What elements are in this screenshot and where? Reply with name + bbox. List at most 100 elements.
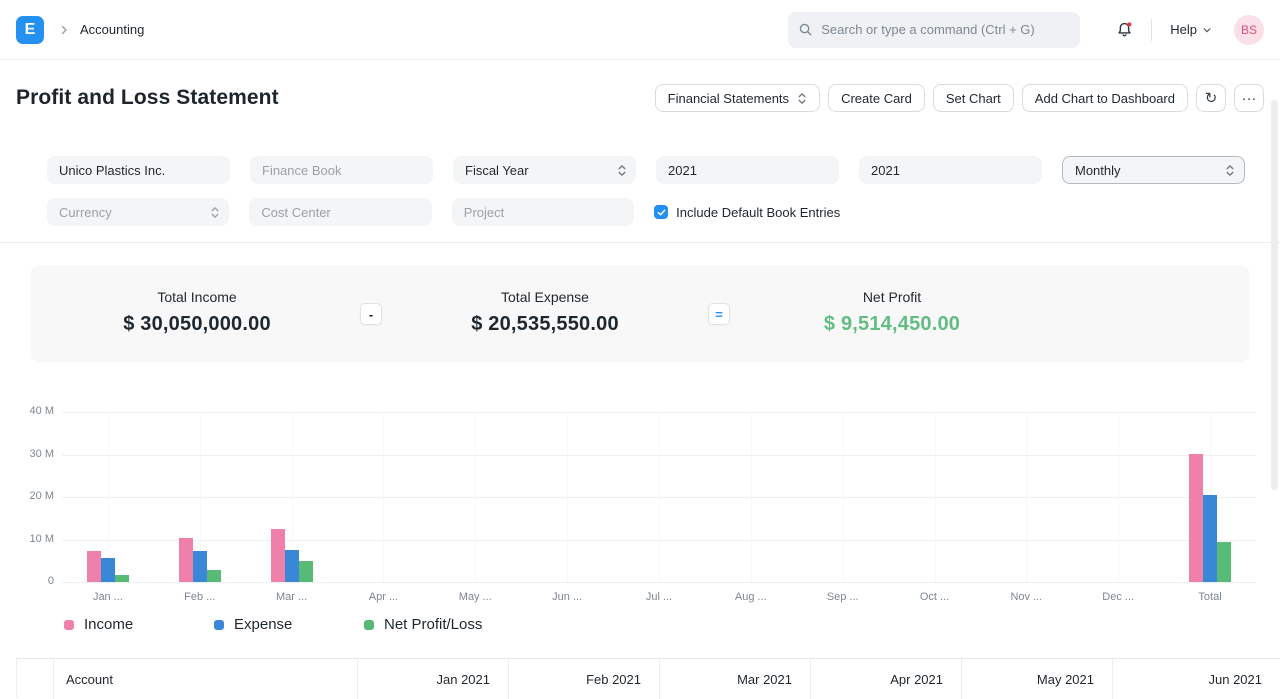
y-axis-tick-label: 10 M: [29, 532, 54, 545]
set-chart-button[interactable]: Set Chart: [932, 84, 1014, 112]
bar-net-profit-loss[interactable]: [1217, 542, 1232, 582]
search-icon: [798, 22, 813, 37]
bar-group-7[interactable]: [613, 412, 705, 582]
period-basis-value: Fiscal Year: [465, 162, 529, 178]
navbar: E Accounting Help BS: [0, 0, 1280, 60]
financial-statements-select[interactable]: Financial Statements: [654, 84, 821, 112]
column-header-apr-2021[interactable]: Apr 2021: [811, 659, 962, 699]
bar-income[interactable]: [86, 551, 101, 582]
column-header-feb-2021[interactable]: Feb 2021: [509, 659, 660, 699]
summary-band: Total Income $ 30,050,000.00 - Total Exp…: [31, 265, 1249, 362]
bell-icon: [1118, 22, 1132, 37]
bar-income[interactable]: [178, 538, 193, 582]
bar-net-profit-loss[interactable]: [206, 570, 221, 582]
bar-expense[interactable]: [1203, 495, 1218, 582]
x-axis-tick-label: Mar ...: [276, 591, 308, 603]
bar-expense[interactable]: [284, 550, 299, 582]
bar-expense[interactable]: [192, 551, 207, 582]
bar-group-4[interactable]: [338, 412, 430, 582]
total-income-label: Total Income: [157, 289, 237, 305]
x-axis-tick-label: Total: [1198, 591, 1222, 603]
x-axis-tick-label: Apr ...: [368, 591, 399, 603]
chart-legend: Income Expense Net Profit/Loss: [64, 616, 514, 633]
bar-net-profit-loss[interactable]: [114, 575, 129, 582]
bar-group-5[interactable]: [429, 412, 521, 582]
legend-label: Income: [84, 616, 134, 633]
column-header-may-2021[interactable]: May 2021: [962, 659, 1113, 699]
refresh-button[interactable]: ↻: [1196, 84, 1226, 112]
bar-income[interactable]: [1189, 454, 1204, 582]
search-input[interactable]: [821, 22, 1071, 37]
x-axis-tick-label: Jul ...: [645, 591, 673, 603]
column-header-account[interactable]: Account: [54, 659, 358, 699]
column-header-jun-2021[interactable]: Jun 2021: [1113, 659, 1280, 699]
bar-group-12[interactable]: [1072, 412, 1164, 582]
add-chart-to-dashboard-button[interactable]: Add Chart to Dashboard: [1021, 84, 1188, 112]
help-menu[interactable]: Help: [1170, 22, 1212, 37]
finance-book-input[interactable]: [250, 156, 433, 184]
user-avatar[interactable]: BS: [1234, 14, 1264, 45]
gridline: [62, 582, 1256, 583]
include-default-book-entries[interactable]: Include Default Book Entries: [654, 198, 840, 226]
cost-center-input[interactable]: [249, 198, 432, 226]
x-axis-tick-label: Jun ...: [552, 591, 583, 603]
bar-expense[interactable]: [100, 558, 115, 582]
y-axis-tick-label: 0: [47, 575, 54, 587]
filter-section: Fiscal Year Monthly Currency Include Def…: [0, 136, 1280, 243]
bar-group-8[interactable]: [705, 412, 797, 582]
periodicity-select[interactable]: Monthly: [1062, 156, 1245, 184]
legend-item-income[interactable]: Income: [64, 616, 214, 633]
breadcrumb-chevron-icon: [58, 24, 70, 36]
menu-button[interactable]: ···: [1234, 84, 1264, 112]
column-header-mar-2021[interactable]: Mar 2021: [660, 659, 811, 699]
bar-group-13[interactable]: [1164, 412, 1256, 582]
create-card-button[interactable]: Create Card: [828, 84, 925, 112]
bar-group-1[interactable]: [62, 412, 154, 582]
select-chevrons-icon: [798, 92, 806, 104]
page-head: Profit and Loss Statement Financial Stat…: [0, 60, 1280, 136]
bar-group-9[interactable]: [797, 412, 889, 582]
page-scrollbar-thumb[interactable]: [1271, 100, 1278, 490]
company-input[interactable]: [47, 156, 230, 184]
vertical-gridline: [567, 412, 569, 582]
legend-label: Net Profit/Loss: [384, 616, 483, 633]
financial-statements-label: Financial Statements: [667, 90, 790, 106]
menu-ellipsis-icon: ···: [1241, 89, 1257, 107]
legend-color-dot: [64, 619, 74, 630]
start-year-input[interactable]: [656, 156, 839, 184]
column-header-jan-2021[interactable]: Jan 2021: [358, 659, 509, 699]
select-chevrons-icon: [1226, 164, 1234, 176]
end-year-input[interactable]: [859, 156, 1042, 184]
project-input[interactable]: [451, 198, 635, 226]
x-axis-tick-label: Dec ...: [1102, 591, 1135, 603]
include-default-book-entries-checkbox[interactable]: [654, 205, 669, 219]
x-axis-tick-label: Oct ...: [919, 591, 950, 603]
vertical-gridline: [658, 412, 660, 582]
legend-item-net-profit-loss[interactable]: Net Profit/Loss: [364, 616, 514, 633]
notifications-button[interactable]: [1116, 21, 1133, 38]
bar-group-6[interactable]: [521, 412, 613, 582]
bar-income[interactable]: [270, 529, 285, 582]
chart-plot: [62, 412, 1256, 583]
notification-dot: [1127, 22, 1132, 27]
bar-group-2[interactable]: [154, 412, 246, 582]
period-basis-select[interactable]: Fiscal Year: [453, 156, 636, 184]
page-actions: Financial Statements Create Card Set Cha…: [654, 84, 1264, 112]
add-chart-to-dashboard-label: Add Chart to Dashboard: [1034, 90, 1175, 106]
y-axis-tick-label: 20 M: [29, 490, 54, 502]
legend-item-expense[interactable]: Expense: [214, 616, 364, 633]
net-profit-metric: Net Profit $ 9,514,450.00: [787, 289, 997, 336]
bar-group-3[interactable]: [246, 412, 338, 582]
bar-group-11[interactable]: [980, 412, 1072, 582]
app-logo[interactable]: E: [16, 15, 44, 44]
breadcrumb[interactable]: Accounting: [80, 22, 144, 37]
vertical-gridline: [475, 412, 477, 582]
minus-operator-chip: -: [360, 303, 382, 325]
global-search[interactable]: [788, 11, 1081, 48]
currency-select[interactable]: Currency: [47, 198, 230, 226]
row-index-column-header: [17, 659, 54, 699]
bar-group-10[interactable]: [889, 412, 981, 582]
bar-net-profit-loss[interactable]: [298, 561, 313, 582]
x-axis-tick-label: May ...: [458, 591, 492, 603]
total-expense-label: Total Expense: [501, 289, 589, 305]
